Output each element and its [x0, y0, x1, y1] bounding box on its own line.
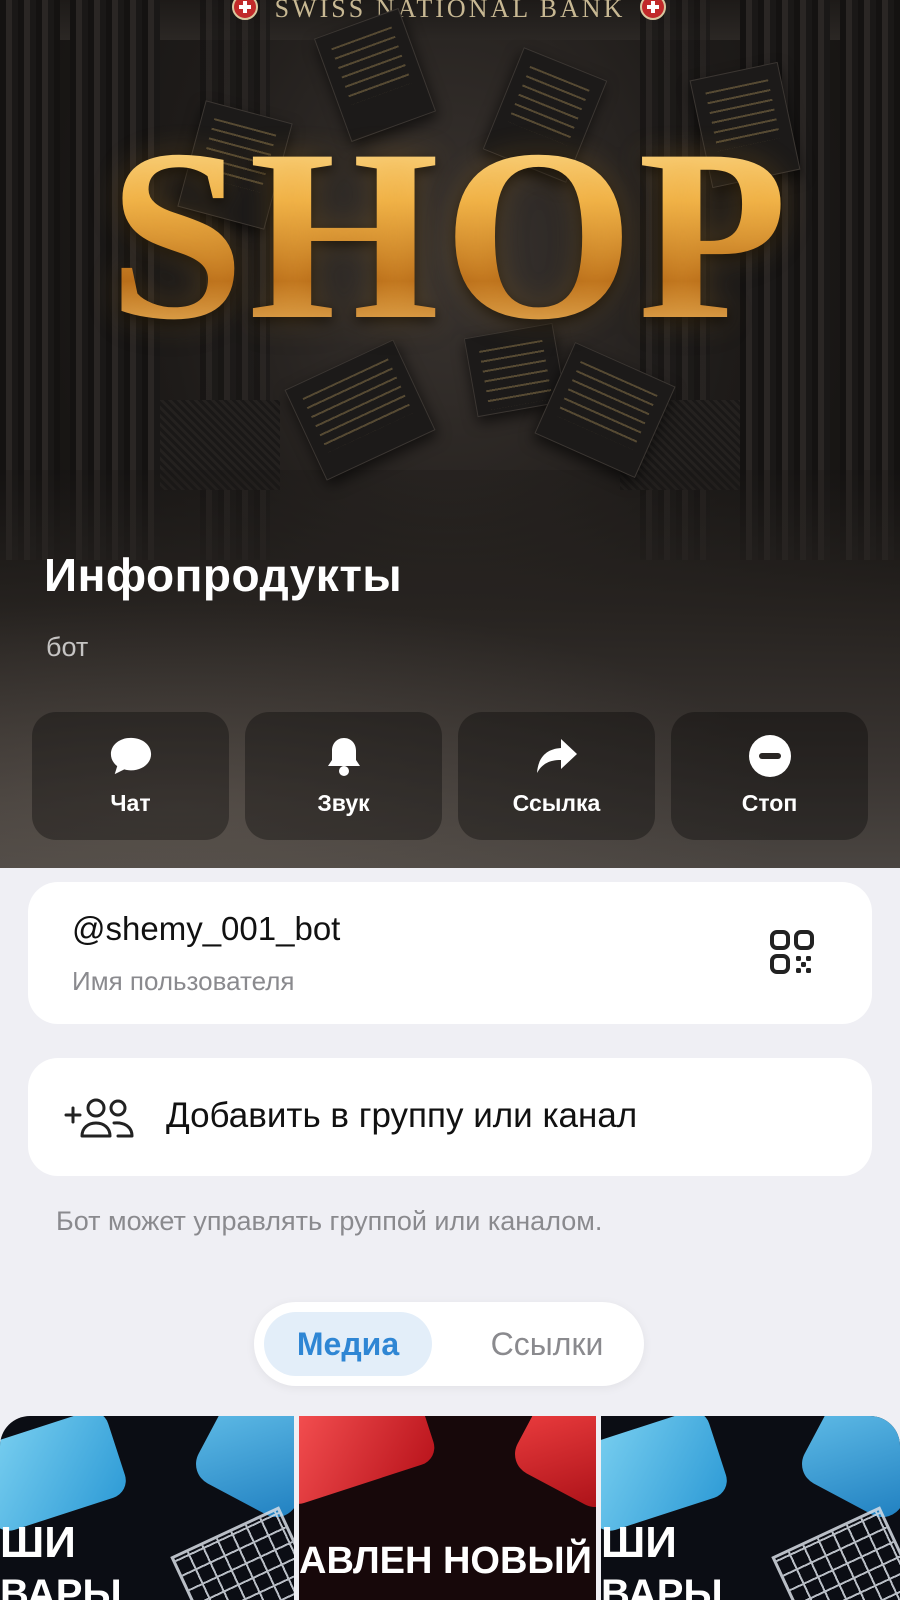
chat-bubble-icon [109, 736, 153, 776]
add-users-icon [64, 1096, 140, 1140]
thumbnail-caption: ВАРЫ [0, 1572, 122, 1600]
thumbnail-caption: АВЛЕН НОВЫЙ ТО [299, 1540, 596, 1582]
chat-button[interactable]: Чат [32, 712, 229, 840]
thumbnail-shape [299, 1416, 439, 1509]
profile-cover: SWISS NATIONAL BANK SHOP Инфопродукты бо… [0, 0, 900, 868]
sound-button-label: Звук [317, 789, 370, 816]
media-thumbnail[interactable]: ШИ ВАРЫ [601, 1416, 900, 1600]
media-grid: ШИ ВАРЫ АВЛЕН НОВЫЙ ТО ШИ ВАРЫ [0, 1416, 900, 1600]
qr-code-icon[interactable] [768, 928, 818, 978]
stop-circle-icon [748, 734, 792, 777]
cart-icon [170, 1506, 294, 1600]
add-to-group-hint: Бот может управлять группой или каналом. [56, 1206, 603, 1236]
add-to-group-button[interactable]: Добавить в группу или канал [28, 1058, 872, 1176]
username-value[interactable]: @shemy_001_bot [72, 910, 340, 948]
link-button[interactable]: Ссылка [458, 712, 655, 840]
shared-content-tabs: Медиа Ссылки [254, 1302, 644, 1386]
sound-button[interactable]: Звук [245, 712, 442, 840]
chat-button-label: Чат [110, 789, 151, 816]
shop-banner-text: SHOP [0, 112, 900, 357]
media-thumbnail[interactable]: АВЛЕН НОВЫЙ ТО [299, 1416, 596, 1600]
share-arrow-icon [535, 736, 579, 776]
thumbnail-caption: ШИ [601, 1518, 677, 1567]
thumbnail-shape [794, 1416, 900, 1525]
add-to-group-label: Добавить в группу или канал [166, 1096, 638, 1135]
tab-media[interactable]: Медиа [264, 1312, 432, 1376]
bot-name: Инфопродукты [44, 549, 403, 601]
bot-type-label: бот [46, 632, 89, 662]
tab-links[interactable]: Ссылки [462, 1312, 632, 1376]
username-card[interactable]: @shemy_001_bot Имя пользователя [28, 882, 872, 1024]
link-button-label: Ссылка [512, 789, 601, 816]
stop-button[interactable]: Стоп [671, 712, 868, 840]
thumbnail-shape [507, 1416, 596, 1515]
profile-actions: Чат Звук Ссылка Стоп [32, 712, 868, 840]
bell-icon [322, 736, 366, 776]
cart-icon [771, 1506, 900, 1600]
thumbnail-caption: ШИ [0, 1518, 76, 1567]
thumbnail-caption: ВАРЫ [601, 1572, 723, 1600]
bank-sign: SWISS NATIONAL BANK [0, 0, 900, 26]
bank-sign-text: SWISS NATIONAL BANK [274, 0, 626, 23]
media-thumbnail[interactable]: ШИ ВАРЫ [0, 1416, 294, 1600]
username-label: Имя пользователя [72, 966, 295, 996]
stop-button-label: Стоп [741, 789, 798, 816]
